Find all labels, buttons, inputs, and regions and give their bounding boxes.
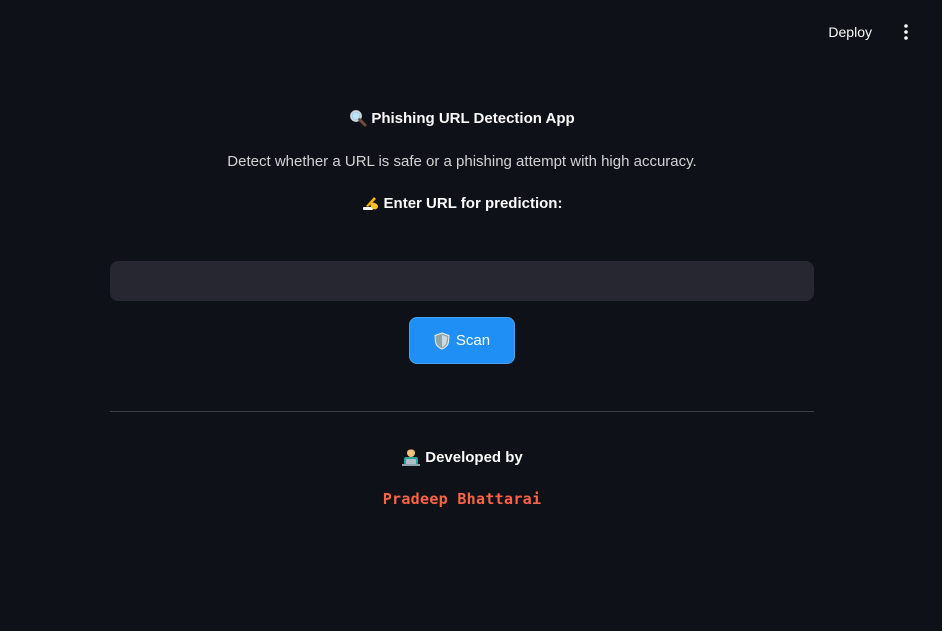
app-page: Deploy Phishing URL Detection App Detect… xyxy=(0,0,942,631)
shield-icon xyxy=(434,331,450,350)
section-divider xyxy=(110,411,814,412)
scan-button[interactable]: Scan xyxy=(409,317,515,364)
url-prompt-label: Enter URL for prediction: xyxy=(110,194,814,212)
main-menu-button[interactable] xyxy=(896,20,916,44)
developed-by-text: Developed by xyxy=(425,448,523,466)
url-input[interactable] xyxy=(110,261,814,301)
developed-by-heading: Developed by xyxy=(110,448,814,466)
deploy-button[interactable]: Deploy xyxy=(824,20,876,44)
url-prompt-text: Enter URL for prediction: xyxy=(383,194,563,212)
technologist-icon xyxy=(401,448,421,466)
page-subtitle: Detect whether a URL is safe or a phishi… xyxy=(227,153,697,170)
developer-name: Pradeep Bhattarai xyxy=(382,490,542,508)
scan-button-label: Scan xyxy=(455,332,491,349)
magnifier-icon xyxy=(349,109,367,127)
top-toolbar: Deploy xyxy=(824,20,916,44)
vertical-ellipsis-icon xyxy=(904,24,908,40)
page-title-text: Phishing URL Detection App xyxy=(371,109,575,127)
page-title: Phishing URL Detection App xyxy=(110,109,814,127)
writing-hand-icon xyxy=(362,194,380,212)
